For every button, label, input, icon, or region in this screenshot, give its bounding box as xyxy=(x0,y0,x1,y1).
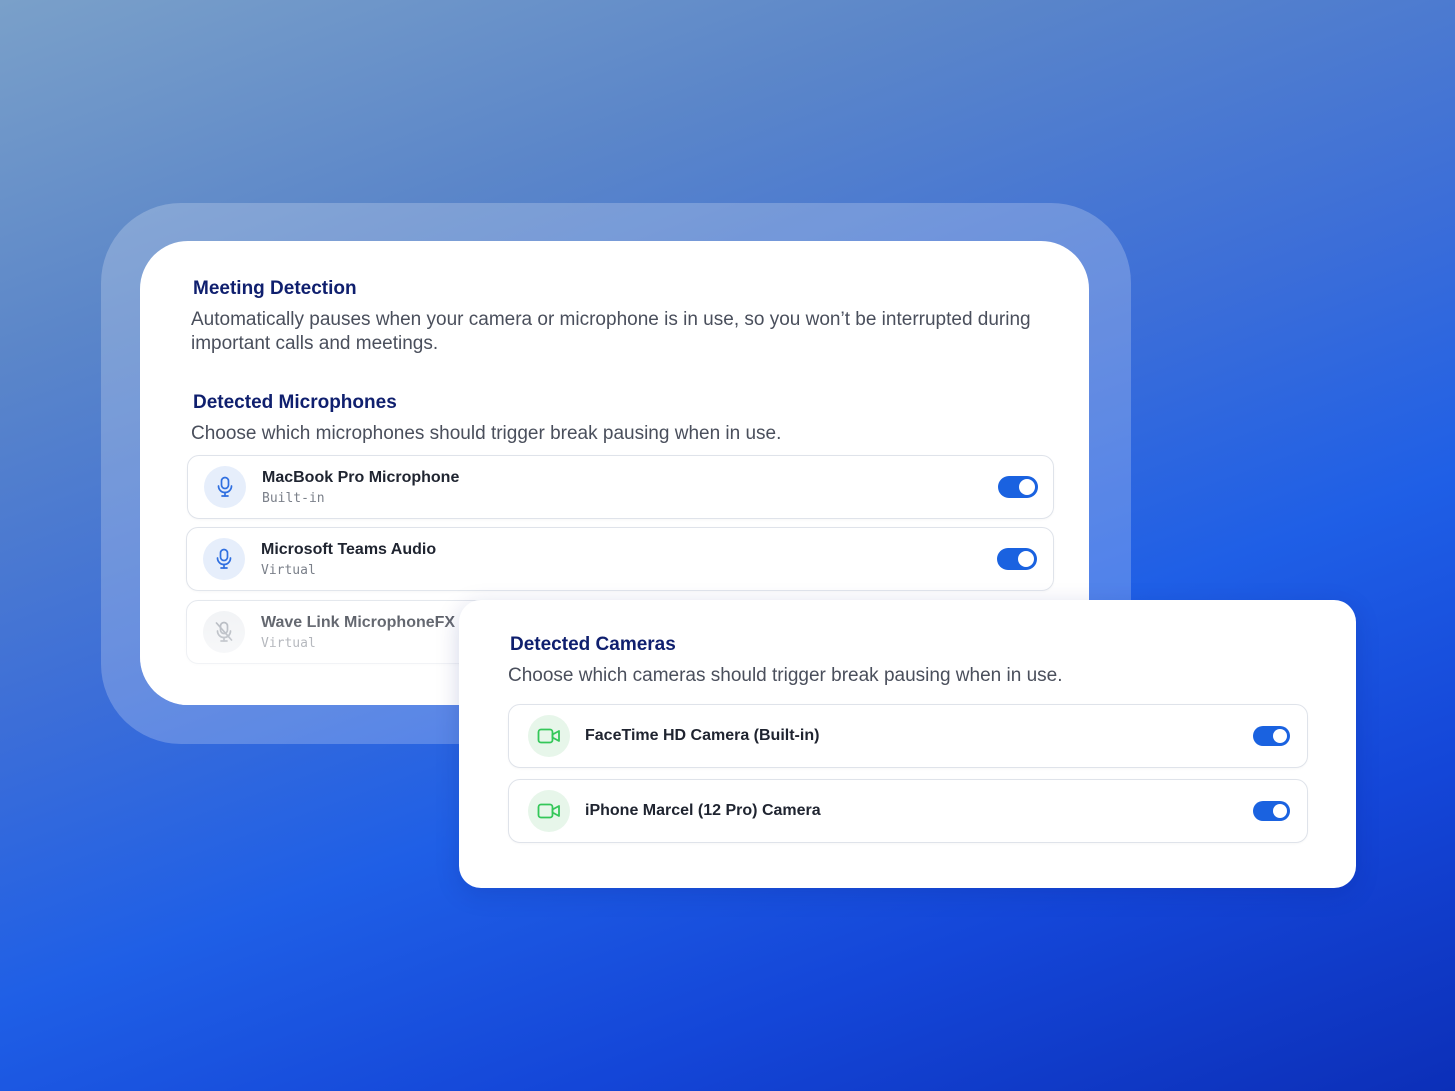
microphone-type: Virtual xyxy=(261,636,316,651)
detected-cameras-title: Detected Cameras xyxy=(510,634,676,655)
microphone-off-icon xyxy=(203,611,245,653)
microphone-type: Virtual xyxy=(261,563,316,578)
camera-row-iphone[interactable]: iPhone Marcel (12 Pro) Camera xyxy=(508,779,1308,843)
meeting-detection-title: Meeting Detection xyxy=(193,278,357,299)
toggle-knob xyxy=(1018,551,1034,567)
camera-row-facetime[interactable]: FaceTime HD Camera (Built-in) xyxy=(508,704,1308,768)
microphone-row-teams[interactable]: Microsoft Teams Audio Virtual xyxy=(186,527,1054,591)
toggle-knob xyxy=(1019,479,1035,495)
camera-toggle[interactable] xyxy=(1253,726,1290,746)
microphone-icon xyxy=(203,538,245,580)
detected-cameras-card: Detected Cameras Choose which cameras sh… xyxy=(459,600,1356,888)
detected-microphones-description: Choose which microphones should trigger … xyxy=(191,423,782,444)
meeting-detection-description-line1: Automatically pauses when your camera or… xyxy=(191,309,1031,330)
microphone-icon xyxy=(204,466,246,508)
toggle-knob xyxy=(1273,729,1287,743)
camera-name: iPhone Marcel (12 Pro) Camera xyxy=(585,802,821,819)
detected-cameras-description: Choose which cameras should trigger brea… xyxy=(508,665,1063,686)
microphone-type: Built-in xyxy=(262,491,325,506)
toggle-knob xyxy=(1273,804,1287,818)
camera-name: FaceTime HD Camera (Built-in) xyxy=(585,727,820,744)
microphone-name: MacBook Pro Microphone xyxy=(262,469,460,486)
microphone-toggle[interactable] xyxy=(998,476,1038,498)
microphone-row-macbook[interactable]: MacBook Pro Microphone Built-in xyxy=(187,455,1054,519)
video-camera-icon xyxy=(528,715,570,757)
meeting-detection-description-line2: important calls and meetings. xyxy=(191,333,439,354)
microphone-toggle[interactable] xyxy=(997,548,1037,570)
camera-toggle[interactable] xyxy=(1253,801,1290,821)
detected-microphones-title: Detected Microphones xyxy=(193,392,397,413)
microphone-name: Microsoft Teams Audio xyxy=(261,541,437,558)
microphone-name: Wave Link MicrophoneFX xyxy=(261,614,456,631)
video-camera-icon xyxy=(528,790,570,832)
